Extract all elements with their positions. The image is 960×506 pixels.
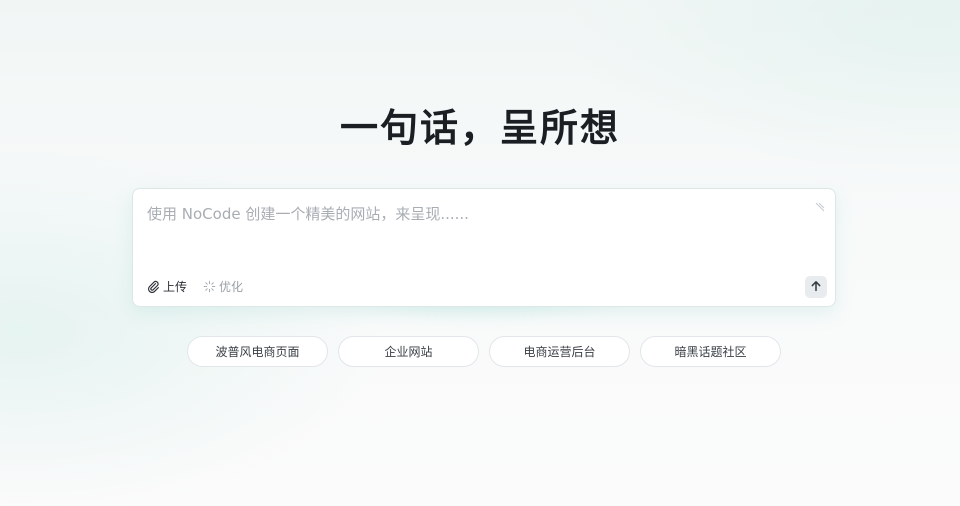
suggestion-chip-corporate-site[interactable]: 企业网站 (338, 336, 479, 367)
sparkle-icon (203, 280, 216, 293)
suggestion-chips: 波普风电商页面 企业网站 电商运营后台 暗黑话题社区 (187, 336, 781, 367)
suggestion-chip-dark-community[interactable]: 暗黑话题社区 (640, 336, 781, 367)
arrow-up-icon (809, 278, 823, 297)
upload-button[interactable]: 上传 (147, 276, 187, 296)
optimize-button[interactable]: 优化 (203, 276, 243, 296)
suggestion-chip-ecommerce-admin[interactable]: 电商运营后台 (489, 336, 630, 367)
page-title: 一句话，呈所想 (339, 106, 620, 150)
prompt-input[interactable] (147, 203, 797, 263)
optimize-label: 优化 (219, 279, 244, 294)
send-button[interactable] (805, 276, 827, 298)
prompt-toolbar: 上传 优化 (147, 276, 243, 296)
paperclip-icon (147, 280, 160, 293)
resize-handle-icon[interactable] (813, 199, 825, 212)
upload-label: 上传 (163, 279, 188, 294)
prompt-box: 上传 优化 (132, 188, 836, 307)
suggestion-chip-pop-ecommerce[interactable]: 波普风电商页面 (187, 336, 328, 367)
